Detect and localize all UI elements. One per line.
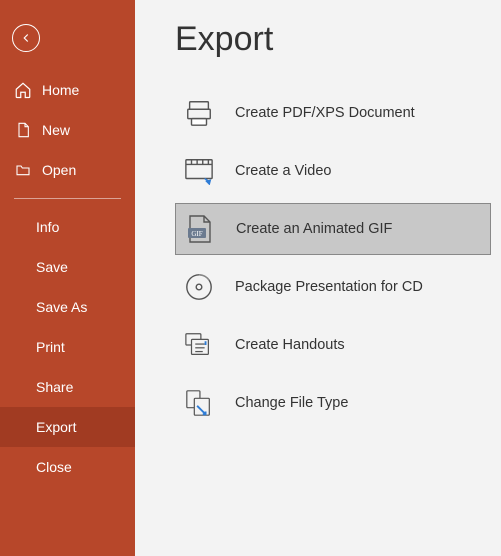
export-option-pdfxps[interactable]: Create PDF/XPS Document	[175, 87, 491, 139]
nav-share[interactable]: Share	[0, 367, 135, 407]
nav-open[interactable]: Open	[0, 150, 135, 190]
nav-export-label: Export	[36, 419, 76, 435]
nav-save-label: Save	[36, 259, 68, 275]
nav-close[interactable]: Close	[0, 447, 135, 487]
nav-saveas[interactable]: Save As	[0, 287, 135, 327]
folder-icon	[14, 161, 32, 179]
back-button[interactable]	[12, 24, 40, 52]
nav-new[interactable]: New	[0, 110, 135, 150]
export-option-gif[interactable]: GIF Create an Animated GIF	[175, 203, 491, 255]
export-option-label: Create PDF/XPS Document	[235, 105, 415, 121]
file-icon	[14, 121, 32, 139]
export-option-handouts[interactable]: Create Handouts	[175, 319, 491, 371]
handouts-icon	[183, 329, 215, 361]
sidebar-divider	[14, 198, 121, 199]
changetype-icon	[183, 387, 215, 419]
video-icon	[183, 155, 215, 187]
nav-home[interactable]: Home	[0, 70, 135, 110]
nav-close-label: Close	[36, 459, 72, 475]
nav-print[interactable]: Print	[0, 327, 135, 367]
nav-open-label: Open	[42, 162, 76, 178]
export-option-label: Create an Animated GIF	[236, 221, 392, 237]
export-option-label: Change File Type	[235, 395, 348, 411]
nav-saveas-label: Save As	[36, 299, 87, 315]
backstage-sidebar: Home New Open Info Save Save As Print Sh…	[0, 0, 135, 556]
export-option-video[interactable]: Create a Video	[175, 145, 491, 197]
main-panel: Export Create PDF/XPS Document Create a …	[135, 0, 501, 556]
nav-export[interactable]: Export	[0, 407, 135, 447]
export-option-changetype[interactable]: Change File Type	[175, 377, 491, 429]
home-icon	[14, 81, 32, 99]
nav-save[interactable]: Save	[0, 247, 135, 287]
svg-text:GIF: GIF	[191, 230, 202, 238]
back-arrow-icon	[19, 31, 33, 45]
export-option-label: Create Handouts	[235, 337, 345, 353]
export-option-packagecd[interactable]: Package Presentation for CD	[175, 261, 491, 313]
pdf-icon	[183, 97, 215, 129]
export-option-label: Create a Video	[235, 163, 331, 179]
export-option-label: Package Presentation for CD	[235, 279, 423, 295]
nav-info-label: Info	[36, 219, 59, 235]
nav-share-label: Share	[36, 379, 73, 395]
nav-print-label: Print	[36, 339, 65, 355]
nav-new-label: New	[42, 122, 70, 138]
gif-icon: GIF	[184, 213, 216, 245]
nav-home-label: Home	[42, 82, 79, 98]
page-title: Export	[175, 20, 491, 59]
nav-info[interactable]: Info	[0, 207, 135, 247]
cd-icon	[183, 271, 215, 303]
